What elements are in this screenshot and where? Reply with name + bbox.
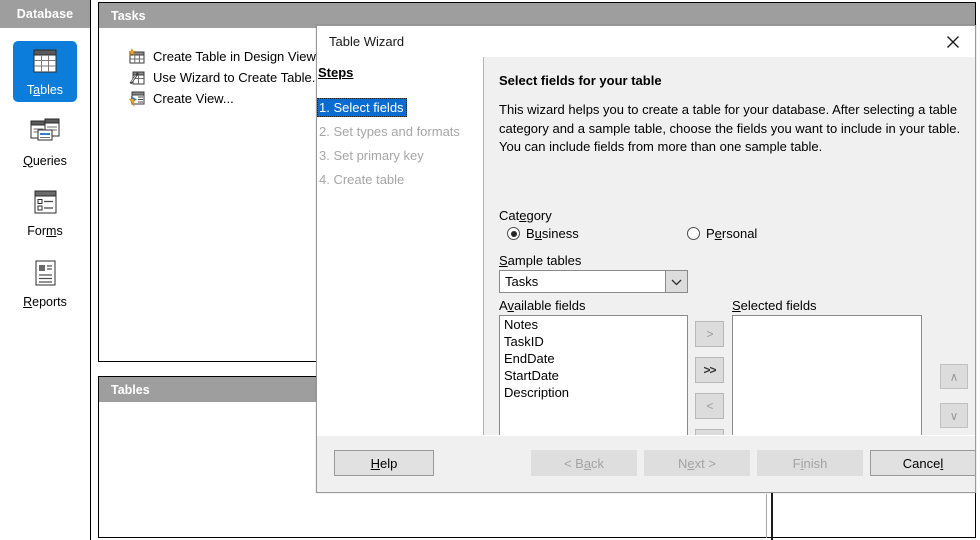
sample-tables-label: Sample tables: [499, 253, 582, 268]
wizard-footer: Help < Back Next > Finish Cancel: [317, 435, 976, 492]
radio-indicator-business: [507, 227, 520, 240]
close-icon[interactable]: [930, 26, 975, 57]
step-item-set-primary-key: 3. Set primary key: [319, 148, 424, 163]
task-label: Use Wizard to Create Table...: [153, 70, 323, 85]
database-sidebar-header: Database: [0, 0, 90, 28]
wizard-titlebar: Table Wizard: [317, 26, 975, 57]
available-fields-label: Available fields: [499, 298, 586, 313]
step-item-select-fields[interactable]: 1. Select fields: [317, 98, 407, 117]
page-title: Select fields for your table: [499, 73, 662, 88]
panel-divider-dark: [771, 490, 773, 540]
selected-fields-label: Selected fields: [732, 298, 817, 313]
list-item[interactable]: StartDate: [500, 367, 687, 384]
move-all-right-button[interactable]: >>: [695, 357, 724, 383]
step-item-set-types-and-formats: 2. Set types and formats: [319, 124, 460, 139]
steps-heading: Steps: [318, 65, 354, 80]
sidebar-item-forms[interactable]: Forms: [13, 182, 77, 243]
cancel-button[interactable]: Cancel: [870, 450, 976, 476]
wizard-steps-pane: Steps 1. Select fields 2. Set types and …: [317, 57, 484, 436]
list-item[interactable]: Description: [500, 384, 687, 401]
back-button[interactable]: < Back: [531, 450, 637, 476]
radio-label-personal: Personal: [706, 226, 758, 241]
sidebar-item-label-queries: Queries: [23, 153, 67, 168]
task-label: Create Table in Design View...: [153, 49, 326, 64]
available-fields-listbox[interactable]: Notes TaskID EndDate StartDate Descripti…: [499, 315, 688, 454]
move-left-button[interactable]: <: [695, 393, 724, 419]
sidebar-item-label-forms: Forms: [27, 224, 63, 238]
wizard-body: Steps 1. Select fields 2. Set types and …: [317, 57, 975, 455]
sidebar-item-queries[interactable]: Queries: [13, 112, 77, 173]
panel-divider: [766, 494, 767, 538]
list-item[interactable]: EndDate: [500, 350, 687, 367]
sample-tables-value: Tasks: [505, 274, 539, 289]
wizard-description: This wizard helps you to create a table …: [499, 102, 961, 154]
list-item[interactable]: TaskID: [500, 333, 687, 350]
task-label: Create View...: [153, 91, 234, 106]
category-label: Category: [499, 208, 552, 223]
sidebar-item-label-tables: Tables: [26, 83, 64, 97]
create-view-icon: [128, 90, 146, 108]
next-button[interactable]: Next >: [644, 450, 750, 476]
selected-fields-listbox[interactable]: [732, 315, 922, 454]
table-wizard-dialog: Table Wizard Steps 1. Select fields 2. S…: [316, 25, 976, 493]
move-right-button[interactable]: >: [695, 321, 724, 347]
move-up-button[interactable]: ∧: [940, 364, 968, 389]
wizard-title: Table Wizard: [329, 34, 405, 49]
steps-list: 1. Select fields 2. Set types and format…: [317, 98, 483, 194]
form-icon: [26, 187, 64, 221]
wizard-content-pane: Select fields for your table This wizard…: [485, 57, 975, 455]
sidebar-item-label-reports: Reports: [23, 294, 67, 309]
report-icon: [26, 258, 64, 292]
query-icon: [26, 117, 64, 151]
radio-label-business: Business: [526, 226, 579, 241]
list-item[interactable]: Notes: [500, 316, 687, 333]
step-item-create-table: 4. Create table: [319, 172, 405, 187]
radio-indicator-personal: [687, 227, 700, 240]
database-sidebar: Database Tables Queries Forms Reports: [0, 0, 91, 540]
sidebar-item-reports[interactable]: Reports: [13, 253, 77, 314]
wand-icon: [129, 69, 146, 86]
chevron-down-icon[interactable]: [665, 271, 687, 292]
finish-button[interactable]: Finish: [757, 450, 863, 476]
radio-business[interactable]: Business: [507, 226, 579, 241]
table-grid-icon: [26, 46, 64, 80]
help-button[interactable]: Help: [334, 450, 434, 476]
sample-tables-dropdown[interactable]: Tasks: [499, 270, 688, 293]
radio-personal[interactable]: Personal: [687, 226, 757, 241]
table-design-icon: [128, 48, 146, 65]
move-down-button[interactable]: ∨: [940, 403, 968, 428]
sidebar-item-tables[interactable]: Tables: [13, 41, 77, 102]
